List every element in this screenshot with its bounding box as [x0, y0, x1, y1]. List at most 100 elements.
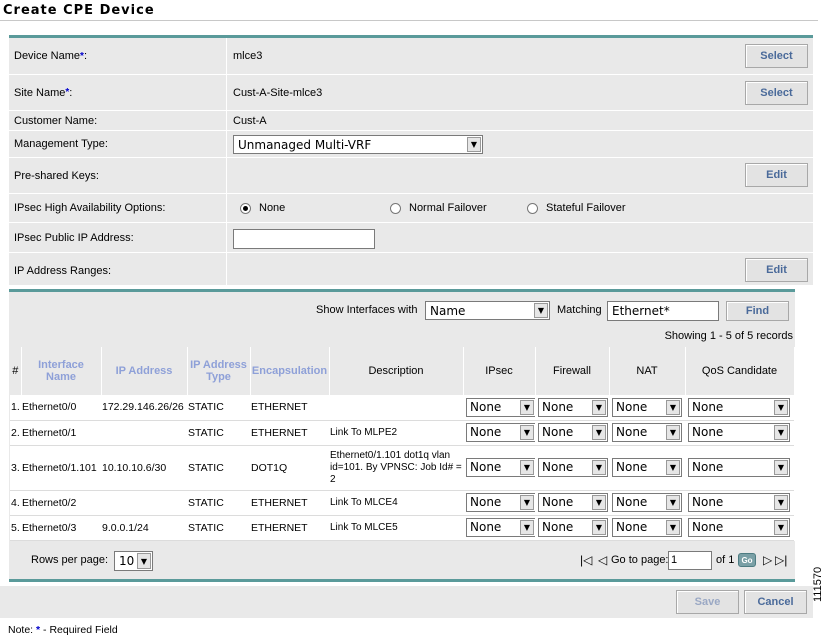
ipsec-select[interactable]: None ▼ — [466, 423, 535, 442]
first-page-icon[interactable]: |◁ — [580, 553, 592, 567]
interfaces-table: # Interface Name IP Address IP Address T… — [10, 347, 795, 541]
ipsec-public-ip-label: IPsec Public IP Address: — [14, 231, 134, 244]
rows-per-page-label: Rows per page: — [31, 554, 109, 566]
management-type-select[interactable]: Unmanaged Multi-VRF ▼ — [233, 135, 483, 154]
management-type-label: Management Type: — [14, 138, 108, 150]
interface-filter-bar: Show Interfaces with Name ▼ Matching Eth… — [9, 298, 795, 322]
dropdown-arrow-icon: ▼ — [666, 399, 680, 415]
dropdown-arrow-icon: ▼ — [592, 495, 606, 510]
table-header-row: # Interface Name IP Address IP Address T… — [10, 347, 795, 395]
action-bar: Save Cancel — [0, 586, 813, 618]
dropdown-arrow-icon: ▼ — [520, 520, 534, 535]
row-ipsec-ha: IPsec High Availability Options: None No… — [9, 194, 813, 223]
rows-per-page-select[interactable]: 10 ▼ — [114, 551, 153, 571]
matching-input[interactable]: Ethernet* — [607, 301, 719, 321]
find-button[interactable]: Find — [726, 301, 789, 321]
select-device-button[interactable]: Select — [745, 44, 808, 68]
firewall-select[interactable]: None ▼ — [538, 518, 608, 537]
dropdown-arrow-icon: ▼ — [467, 137, 481, 152]
interfaces-panel: Show Interfaces with Name ▼ Matching Eth… — [9, 289, 795, 582]
go-button[interactable]: Go — [738, 553, 756, 567]
last-page-icon[interactable]: ▷| — [775, 553, 787, 567]
table-row: 1. Ethernet0/0 172.29.146.26/26 STATIC E… — [10, 395, 794, 421]
radio-normal-failover[interactable]: Normal Failover — [390, 194, 487, 222]
page-title: Create CPE Device — [3, 3, 155, 18]
matching-label: Matching — [557, 304, 602, 316]
ipsec-select[interactable]: None ▼ — [466, 397, 535, 417]
radio-stateful-failover[interactable]: Stateful Failover — [527, 194, 625, 222]
preshared-keys-label: Pre-shared Keys: — [14, 169, 99, 182]
dropdown-arrow-icon: ▼ — [520, 495, 534, 510]
prev-page-icon[interactable]: ◁ — [598, 553, 607, 567]
goto-page-label: Go to page: — [611, 554, 669, 566]
firewall-select[interactable]: None ▼ — [538, 397, 608, 417]
row-management-type: Management Type: Unmanaged Multi-VRF ▼ — [9, 131, 813, 158]
ipsec-public-ip-input[interactable] — [233, 229, 375, 249]
nat-select[interactable]: None ▼ — [612, 458, 682, 477]
qos-select[interactable]: None ▼ — [688, 493, 790, 512]
col-ip-address[interactable]: IP Address — [101, 347, 188, 395]
dropdown-arrow-icon: ▼ — [774, 495, 788, 510]
col-encapsulation[interactable]: Encapsulation — [250, 347, 330, 395]
dropdown-arrow-icon: ▼ — [774, 399, 788, 415]
radio-none[interactable]: None — [240, 194, 285, 222]
radio-selected-icon — [240, 202, 251, 214]
row-ipsec-public-ip: IPsec Public IP Address: — [9, 223, 813, 253]
figure-id: 111570 — [812, 566, 824, 602]
record-count: Showing 1 - 5 of 5 records — [664, 330, 793, 342]
dropdown-arrow-icon: ▼ — [666, 520, 680, 535]
nat-select[interactable]: None ▼ — [612, 423, 682, 442]
edit-ip-ranges-button[interactable]: Edit — [745, 258, 808, 282]
dropdown-arrow-icon: ▼ — [774, 425, 788, 440]
firewall-select[interactable]: None ▼ — [538, 458, 608, 477]
col-ipsec: IPsec — [463, 347, 536, 395]
col-interface-name[interactable]: Interface Name — [21, 347, 102, 395]
row-site-name: Site Name *: Cust-A-Site-mlce3 Select — [9, 75, 813, 111]
ip-ranges-label: IP Address Ranges: — [14, 264, 112, 277]
ipsec-ha-label: IPsec High Availability Options: — [14, 202, 166, 214]
radio-unselected-icon — [527, 202, 538, 214]
nat-select[interactable]: None ▼ — [612, 493, 682, 512]
next-page-icon[interactable]: ▷ — [763, 553, 772, 567]
edit-preshared-keys-button[interactable]: Edit — [745, 163, 808, 187]
customer-name-label: Customer Name: — [14, 114, 98, 127]
col-qos-candidate: QoS Candidate — [685, 347, 795, 395]
table-row: 5. Ethernet0/3 9.0.0.1/24 STATIC ETHERNE… — [10, 515, 794, 541]
site-name-value: Cust-A-Site-mlce3 — [233, 86, 323, 99]
firewall-select[interactable]: None ▼ — [538, 423, 608, 442]
title-divider — [0, 20, 818, 21]
dropdown-arrow-icon: ▼ — [520, 460, 534, 475]
site-name-label: Site Name *: — [14, 86, 73, 99]
col-description: Description — [329, 347, 464, 395]
col-firewall: Firewall — [535, 347, 610, 395]
pagination-bar: Rows per page: 10 ▼ |◁ ◁ Go to page: 1 o… — [9, 545, 795, 575]
dropdown-arrow-icon: ▼ — [666, 425, 680, 440]
nat-select[interactable]: None ▼ — [612, 518, 682, 537]
row-customer-name: Customer Name: Cust-A — [9, 111, 813, 131]
dropdown-arrow-icon: ▼ — [534, 303, 548, 318]
save-button[interactable]: Save — [676, 590, 739, 614]
nat-select[interactable]: None ▼ — [612, 397, 682, 417]
ipsec-select[interactable]: None ▼ — [466, 493, 535, 512]
dropdown-arrow-icon: ▼ — [774, 520, 788, 535]
customer-name-value: Cust-A — [233, 114, 267, 127]
row-ip-ranges: IP Address Ranges: Edit — [9, 253, 813, 288]
ipsec-select[interactable]: None ▼ — [466, 458, 535, 477]
firewall-select[interactable]: None ▼ — [538, 493, 608, 512]
qos-select[interactable]: None ▼ — [688, 458, 790, 477]
dropdown-arrow-icon: ▼ — [592, 425, 606, 440]
select-site-button[interactable]: Select — [745, 81, 808, 105]
dropdown-arrow-icon: ▼ — [666, 460, 680, 475]
table-row: 2. Ethernet0/1 STATIC ETHERNET Link To M… — [10, 420, 794, 446]
dropdown-arrow-icon: ▼ — [592, 460, 606, 475]
qos-select[interactable]: None ▼ — [688, 397, 790, 417]
ipsec-select[interactable]: None ▼ — [466, 518, 535, 537]
row-preshared-keys: Pre-shared Keys: Edit — [9, 158, 813, 194]
filter-field-select[interactable]: Name ▼ — [425, 301, 550, 320]
cancel-button[interactable]: Cancel — [744, 590, 807, 614]
qos-select[interactable]: None ▼ — [688, 518, 790, 537]
col-num: # — [10, 347, 22, 395]
col-ip-address-type[interactable]: IP Address Type — [187, 347, 251, 395]
qos-select[interactable]: None ▼ — [688, 423, 790, 442]
page-number-input[interactable]: 1 — [668, 551, 712, 570]
